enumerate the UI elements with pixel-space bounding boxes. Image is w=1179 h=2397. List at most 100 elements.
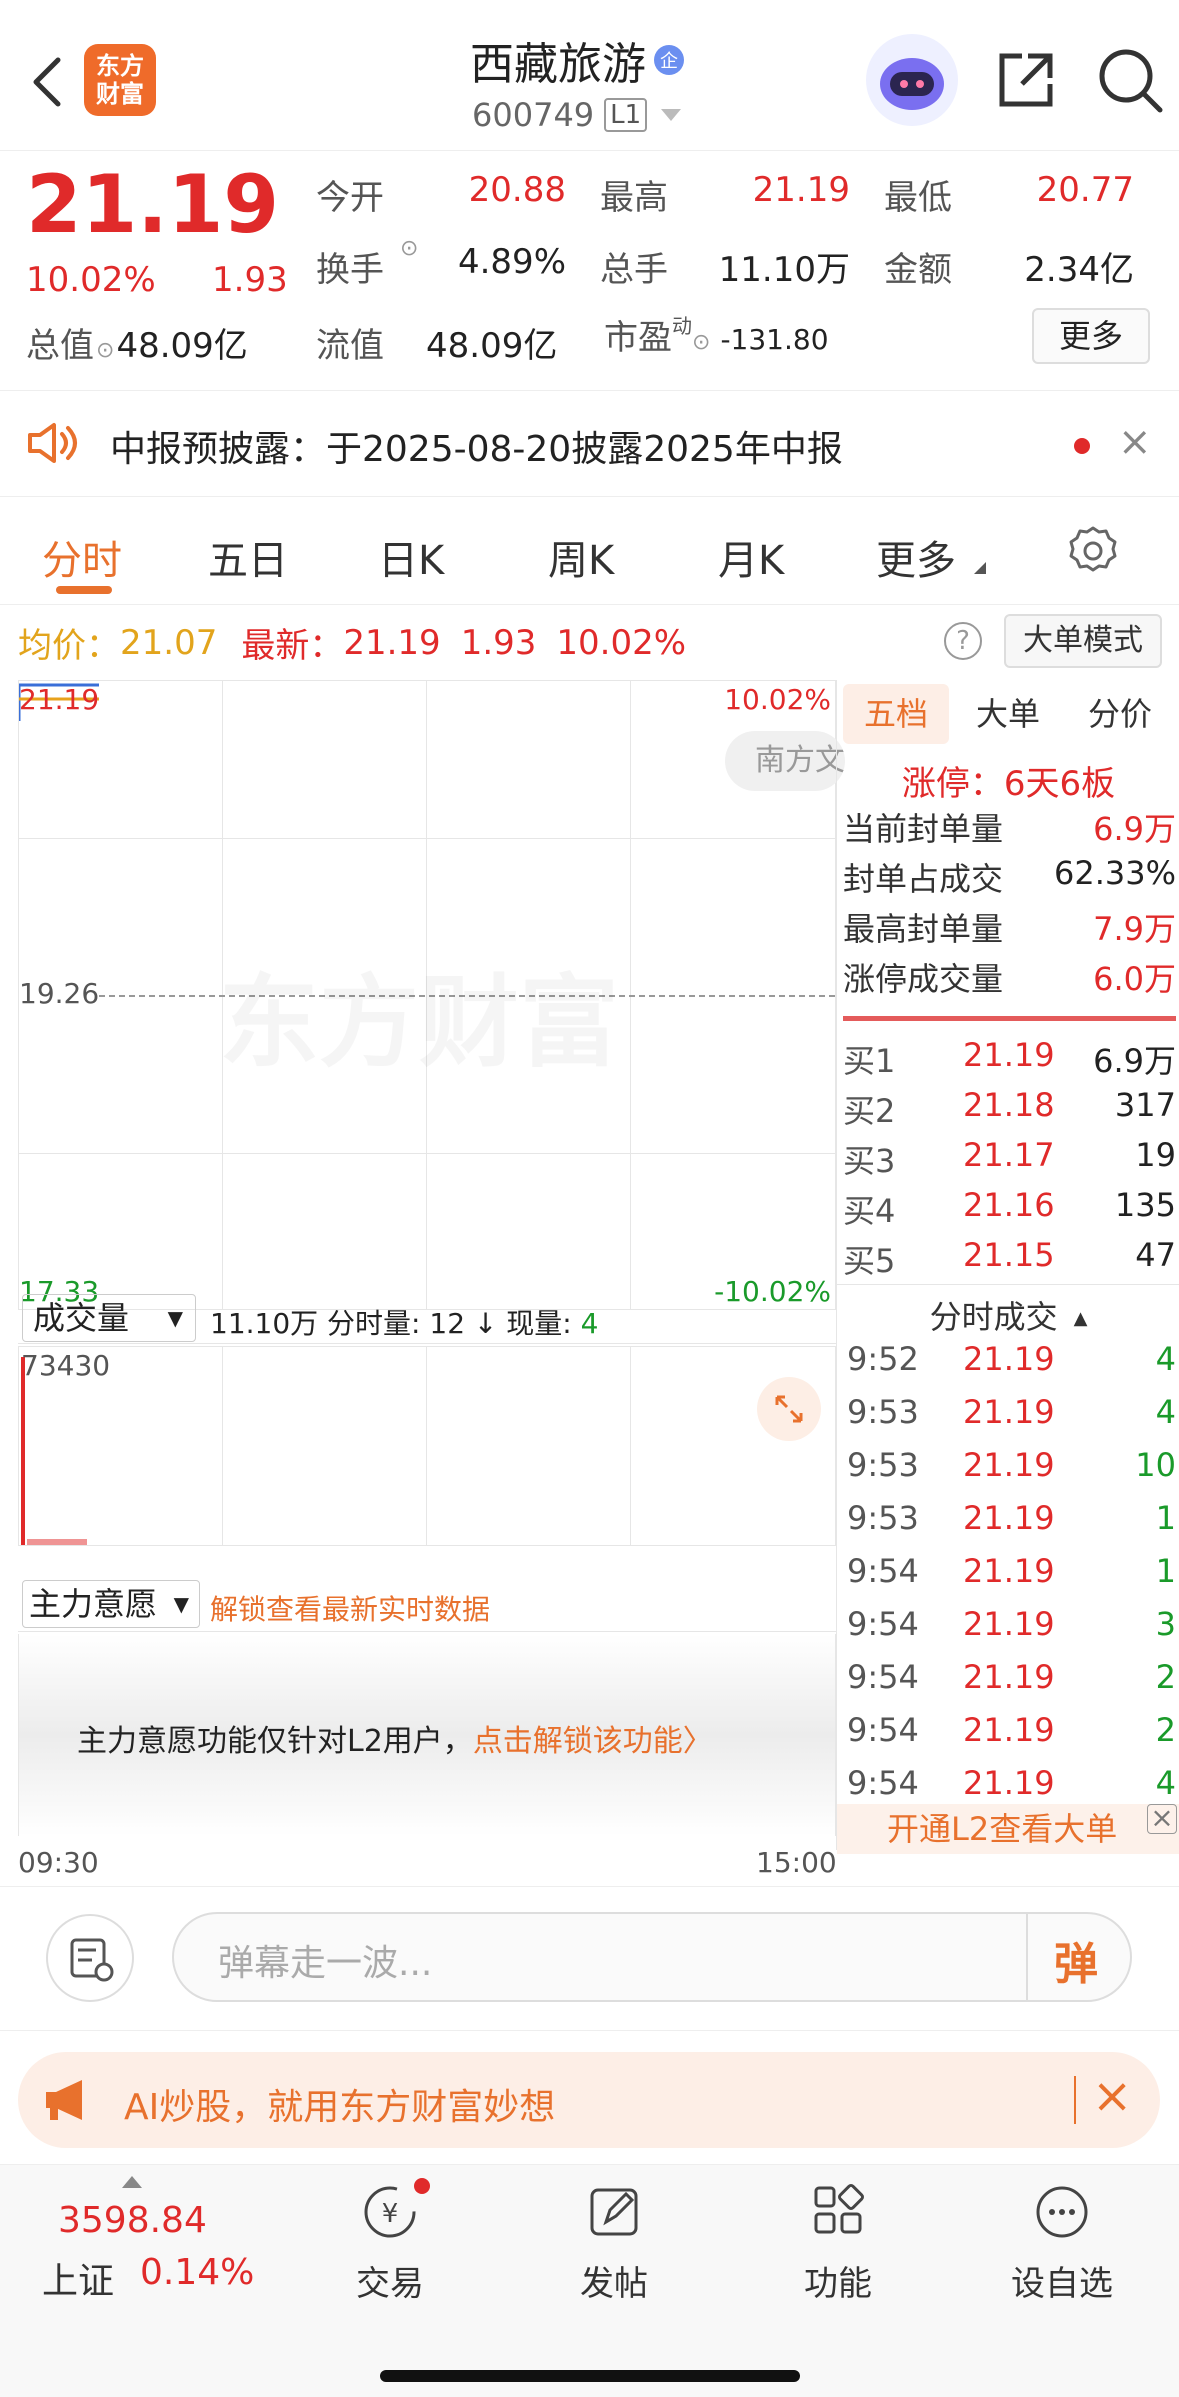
volume-select[interactable]: 成交量 ▼ [22, 1294, 196, 1342]
expand-icon[interactable] [757, 1377, 821, 1441]
bottom-nav-items: ¥ 交易 发帖 功能 设自选 [300, 2176, 1179, 2316]
volume-chart[interactable]: 73430 [18, 1346, 836, 1546]
tab-5[interactable]: 更多 [876, 528, 956, 586]
stock-name: 西藏旅游 [470, 39, 646, 90]
index-pct: 0.14% [140, 2252, 255, 2293]
main-force-message: 主力意愿功能仅针对L2用户，点击解锁该功能〉 [77, 1716, 713, 1760]
dropdown-triangle-icon [661, 109, 682, 121]
nav-item-post[interactable]: 发帖 [566, 2176, 662, 2316]
volume-summary-group: 11.10万 分时量: 12 ↓ 现量: 4 [210, 1302, 598, 1342]
back-icon[interactable] [24, 50, 68, 114]
level-badge: L1 [604, 98, 648, 132]
close-notice-icon[interactable]: × [1118, 420, 1152, 464]
bid-price: 21.15 [963, 1236, 1055, 1274]
bid-price: 21.19 [963, 1036, 1055, 1074]
seal-label: 当前封单量 [843, 810, 1004, 848]
caret-up-icon: ▲ [1073, 1308, 1088, 1329]
tick-time: 9:53 [847, 1499, 919, 1537]
main-force-select-label: 主力意愿 [29, 1585, 158, 1623]
info-dot-icon[interactable]: ⊙ [96, 338, 114, 363]
danmaku-placeholder: 弹幕走一波... [218, 1943, 433, 1984]
last-pct: 10.02% [556, 622, 687, 663]
main-force-unlock-link[interactable]: 点击解锁该功能〉 [473, 1724, 713, 1759]
divider [1026, 1914, 1028, 2000]
share-icon[interactable] [994, 48, 1058, 112]
l2-banner[interactable]: 开通L2查看大单 [837, 1804, 1179, 1854]
index-value: 3598.84 [58, 2200, 207, 2241]
tab-4[interactable]: 月K [718, 528, 784, 586]
tick-time: 9:54 [847, 1605, 919, 1643]
tick-time: 9:53 [847, 1393, 919, 1431]
bid-price: 21.17 [963, 1136, 1055, 1174]
chart-tabs: 分时 五日 日K 周K 月K 更多 [0, 520, 1179, 600]
index-widget[interactable]: 3598.84 上证 0.14% [30, 2176, 270, 2306]
stock-code: 600749 [472, 96, 595, 134]
tab-2[interactable]: 日K [378, 528, 444, 586]
nav-item-function[interactable]: 功能 [790, 2176, 886, 2316]
ticks-header[interactable]: 分时成交 ▲ [837, 1292, 1179, 1338]
divider [0, 496, 1179, 497]
tab-1[interactable]: 五日 [208, 528, 288, 586]
close-ad-icon[interactable]: × [1092, 2068, 1132, 2124]
tick-qty: 1 [1155, 1499, 1176, 1537]
avg-label: 均价： [18, 626, 120, 666]
order-tab-0[interactable]: 五档 [843, 684, 949, 744]
order-book-panel: 五档 大单 分价 涨停：6天6板 当前封单量 6.9万 封单占成交 62.33% 最高封单量… [836, 680, 1179, 1854]
ai-robot-avatar[interactable] [866, 34, 958, 126]
home-indicator [380, 2370, 800, 2382]
more-quote-button[interactable]: 更多 [1032, 308, 1150, 364]
price-change: 1.93 [212, 260, 288, 300]
main-force-body: 主力意愿功能仅针对L2用户， [77, 1724, 473, 1759]
tab-0[interactable]: 分时 [42, 528, 122, 586]
stock-code-group[interactable]: 600749 L1 [472, 96, 682, 134]
seal-label: 封单占成交 [843, 860, 1004, 898]
last-label: 最新： [241, 626, 344, 666]
nav-item-trade[interactable]: ¥ 交易 [342, 2176, 438, 2316]
total-value-label: 总值 [26, 326, 94, 366]
ai-ad-banner[interactable]: AI炒股，就用东方财富妙想 × [18, 2052, 1160, 2148]
float-value: 48.09亿 [426, 326, 558, 366]
search-icon[interactable] [1096, 46, 1164, 114]
settings-gear-icon[interactable] [1066, 524, 1120, 578]
news-chip[interactable]: 南方文 [725, 731, 845, 791]
last-change: 1.93 [460, 622, 537, 663]
seal-label: 最高封单量 [843, 910, 1004, 948]
intraday-chart[interactable]: 东方财富 21.19 19.26 17.33 10.02% -10.02% 南方… [18, 680, 845, 1310]
order-tab-1[interactable]: 大单 [955, 684, 1061, 744]
big-order-mode-button[interactable]: 大单模式 [1004, 614, 1162, 668]
stat-value: 2.34亿 [1024, 250, 1134, 290]
tick-time: 9:54 [847, 1764, 919, 1802]
tab-3[interactable]: 周K [548, 528, 614, 586]
tick-time: 9:52 [847, 1340, 919, 1378]
seal-value: 6.0万 [1093, 960, 1176, 998]
volume-summary: 11.10万 分时量: 12 ↓ 现量: [210, 1307, 581, 1340]
unlock-link[interactable]: 解锁查看最新实时数据 [210, 1588, 490, 1628]
pe-group: 市盈 动 ⊙ -131.80 [604, 310, 829, 359]
red-divider [843, 1016, 1176, 1021]
info-dot-icon[interactable]: ⊙ [692, 330, 710, 355]
l2-banner-text: 开通L2查看大单 [887, 1810, 1118, 1848]
tick-qty: 10 [1135, 1446, 1176, 1484]
danmaku-input[interactable]: 弹幕走一波... 弹 [172, 1912, 1132, 2002]
caret-up-icon [122, 2176, 142, 2188]
stat-value: 20.88 [468, 170, 566, 210]
divider [0, 2030, 1179, 2031]
tick-price: 21.19 [963, 1605, 1055, 1643]
active-tab-indicator [56, 586, 112, 594]
help-icon[interactable]: ? [944, 622, 982, 660]
close-l2-icon[interactable]: × [1147, 1804, 1177, 1834]
main-force-panel: 主力意愿功能仅针对L2用户，点击解锁该功能〉 [18, 1634, 836, 1836]
pct-max-label: 10.02% [724, 683, 831, 716]
main-force-select[interactable]: 主力意愿 ▼ [22, 1580, 200, 1628]
svg-text:¥: ¥ [382, 2199, 399, 2229]
tick-price: 21.19 [963, 1764, 1055, 1802]
order-tab-2[interactable]: 分价 [1067, 684, 1173, 744]
divider [0, 1886, 1179, 1887]
nav-label: 发帖 [580, 2264, 648, 2304]
nav-item-add-watchlist[interactable]: 设自选 [1011, 2176, 1113, 2316]
notice-text[interactable]: 中报预披露：于2025-08-20披露2025年中报 [110, 420, 843, 472]
tick-qty: 1 [1155, 1552, 1176, 1590]
danmaku-send-button[interactable]: 弹 [1054, 1928, 1114, 1990]
danmaku-settings-button[interactable] [46, 1914, 134, 2002]
last-value: 21.19 [343, 622, 441, 663]
